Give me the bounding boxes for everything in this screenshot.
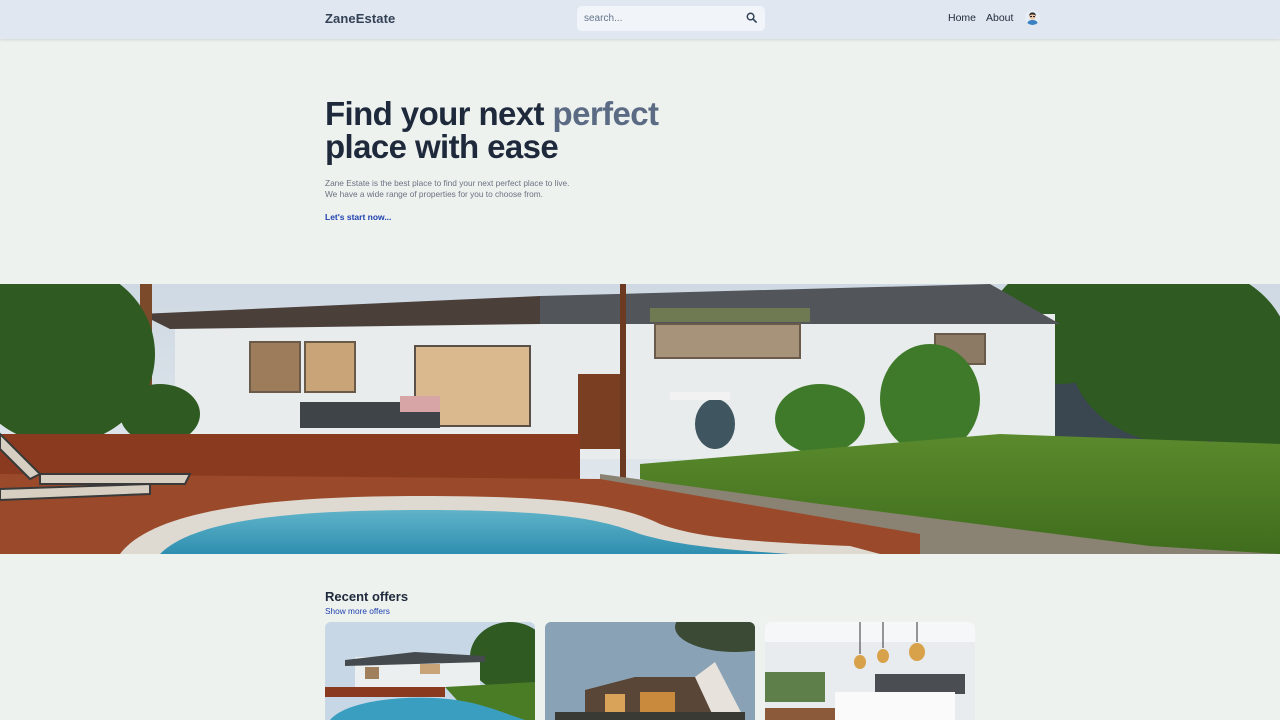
hero-title-part1: Find your next [325,95,553,132]
start-now-link[interactable]: Let's start now... [325,212,391,222]
search-icon[interactable] [746,12,757,23]
nav-about-link[interactable]: About [986,12,1013,24]
hero-title-accent: perfect [552,95,659,132]
hero-description-line1: Zane Estate is the best place to find yo… [325,178,570,188]
hero-title: Find your next perfect place with ease [325,95,659,165]
offer-image [325,622,535,720]
offer-card[interactable] [325,622,535,720]
offer-card[interactable] [545,622,755,720]
house-pool-image [0,284,1280,554]
user-avatar[interactable] [1025,10,1040,25]
avatar-icon [1025,10,1040,25]
recent-offers-title: Recent offers [325,589,409,604]
offer-card[interactable] [765,622,975,720]
offer-image [545,622,755,720]
offer-image [765,622,975,720]
nav-home-link[interactable]: Home [948,12,976,24]
show-more-offers-link[interactable]: Show more offers [325,606,390,616]
hero-title-part2: place with ease [325,128,559,165]
hero-description-line2: We have a wide range of properties for y… [325,189,543,199]
top-header: ZaneEstate Home About [0,0,1280,39]
search-box [577,6,765,31]
site-logo[interactable]: ZaneEstate [325,11,395,26]
hero-banner-image [0,284,1280,554]
search-input[interactable] [584,10,739,27]
hero-description: Zane Estate is the best place to find yo… [325,178,569,200]
